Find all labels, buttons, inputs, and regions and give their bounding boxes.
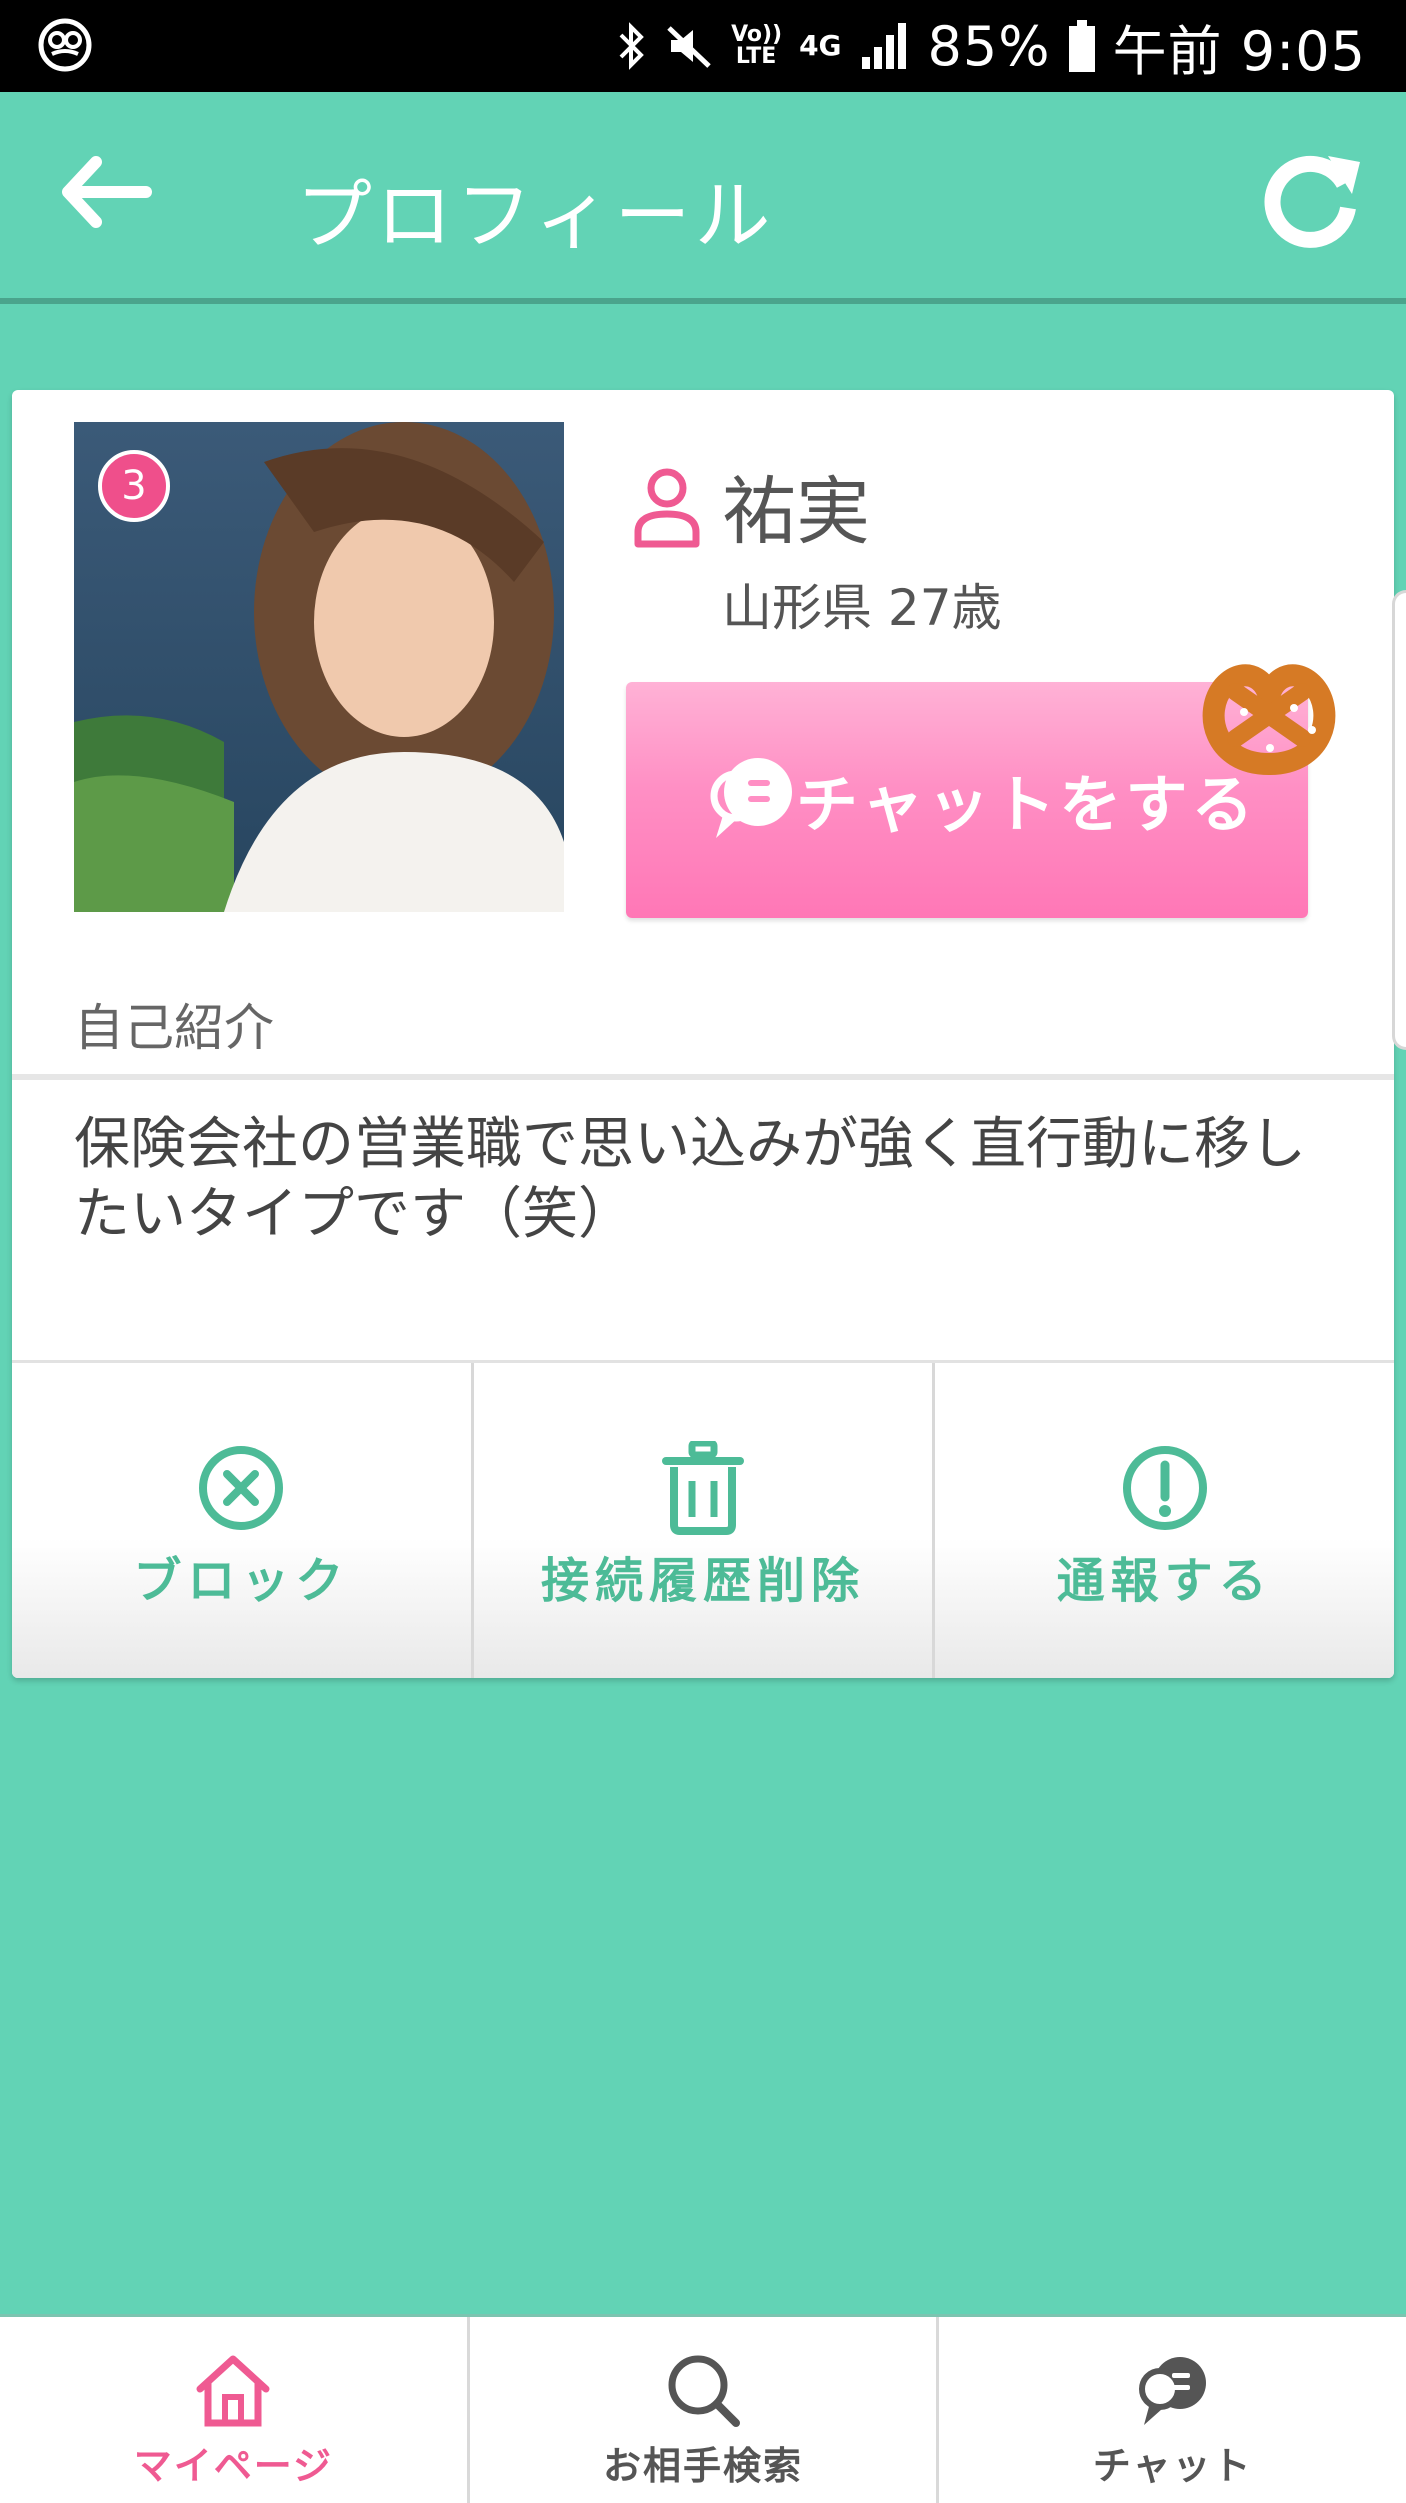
exclamation-icon xyxy=(1122,1446,1207,1530)
nav-label-mypage: マイページ xyxy=(133,2444,333,2488)
nav-item-chat[interactable]: チャット xyxy=(939,2317,1406,2503)
nav-item-search[interactable]: お相手検索 xyxy=(470,2317,940,2503)
pretzel-icon xyxy=(1194,652,1344,782)
nav-label-search: お相手検索 xyxy=(603,2444,804,2488)
profile-name: 祐実 xyxy=(722,469,870,555)
lte-icon: Vo)) LTE xyxy=(731,22,783,69)
signal-icon xyxy=(861,23,906,69)
pretzel-app-icon xyxy=(38,18,92,72)
profile-card: 3 祐実 山形県 27歳 チャットをする 自己紹介 保険会社の営業職で思い込みが… xyxy=(12,390,1394,1678)
profile-actions: ブロック 接続履歴削除 通報する xyxy=(12,1360,1394,1678)
notification-badge: 3 xyxy=(98,450,170,522)
bluetooth-icon xyxy=(619,22,644,70)
delete-history-label: 接続履歴削除 xyxy=(541,1553,866,1609)
block-x-icon xyxy=(199,1446,284,1530)
profile-location-age: 山形県 27歳 xyxy=(722,579,1002,637)
block-button[interactable]: ブロック xyxy=(12,1363,474,1678)
start-chat-label: チャットをする xyxy=(796,768,1258,841)
chat-bubble-icon xyxy=(1138,2357,1206,2425)
network-type-indicator: 4G xyxy=(799,29,842,62)
nav-label-chat: チャット xyxy=(1092,2444,1253,2488)
page-title: プロフィール xyxy=(296,171,775,260)
delete-history-button[interactable]: 接続履歴削除 xyxy=(473,1363,936,1678)
self-introduction-text: 保険会社の営業職で思い込みが強く直行動に移したいタイプです（笑） xyxy=(74,1112,1306,1247)
report-button[interactable]: 通報する xyxy=(935,1363,1394,1678)
battery-percentage: 85% xyxy=(927,14,1051,78)
search-icon xyxy=(668,2355,740,2427)
nav-item-mypage[interactable]: マイページ xyxy=(0,2317,470,2503)
clock: 午前 9:05 xyxy=(1112,19,1366,83)
self-introduction-heading: 自己紹介 xyxy=(74,999,274,1057)
scrollbar[interactable] xyxy=(1392,590,1406,1050)
status-bar: Vo)) LTE 4G 85% 午前 9:05 xyxy=(0,0,1406,92)
back-arrow-icon[interactable] xyxy=(60,152,160,232)
battery-icon xyxy=(1068,20,1095,72)
divider xyxy=(12,1074,1394,1080)
report-button-label: 通報する xyxy=(1056,1553,1273,1609)
mute-icon xyxy=(667,26,711,68)
app-header: プロフィール xyxy=(0,92,1406,304)
refresh-icon[interactable] xyxy=(1256,142,1366,252)
trash-icon xyxy=(662,1441,744,1535)
chat-bubble-icon xyxy=(710,758,792,838)
person-icon xyxy=(632,466,702,548)
block-button-label: ブロック xyxy=(133,1553,350,1609)
home-icon xyxy=(196,2355,270,2427)
bottom-navigation: マイページ お相手検索 チャット xyxy=(0,2314,1406,2503)
